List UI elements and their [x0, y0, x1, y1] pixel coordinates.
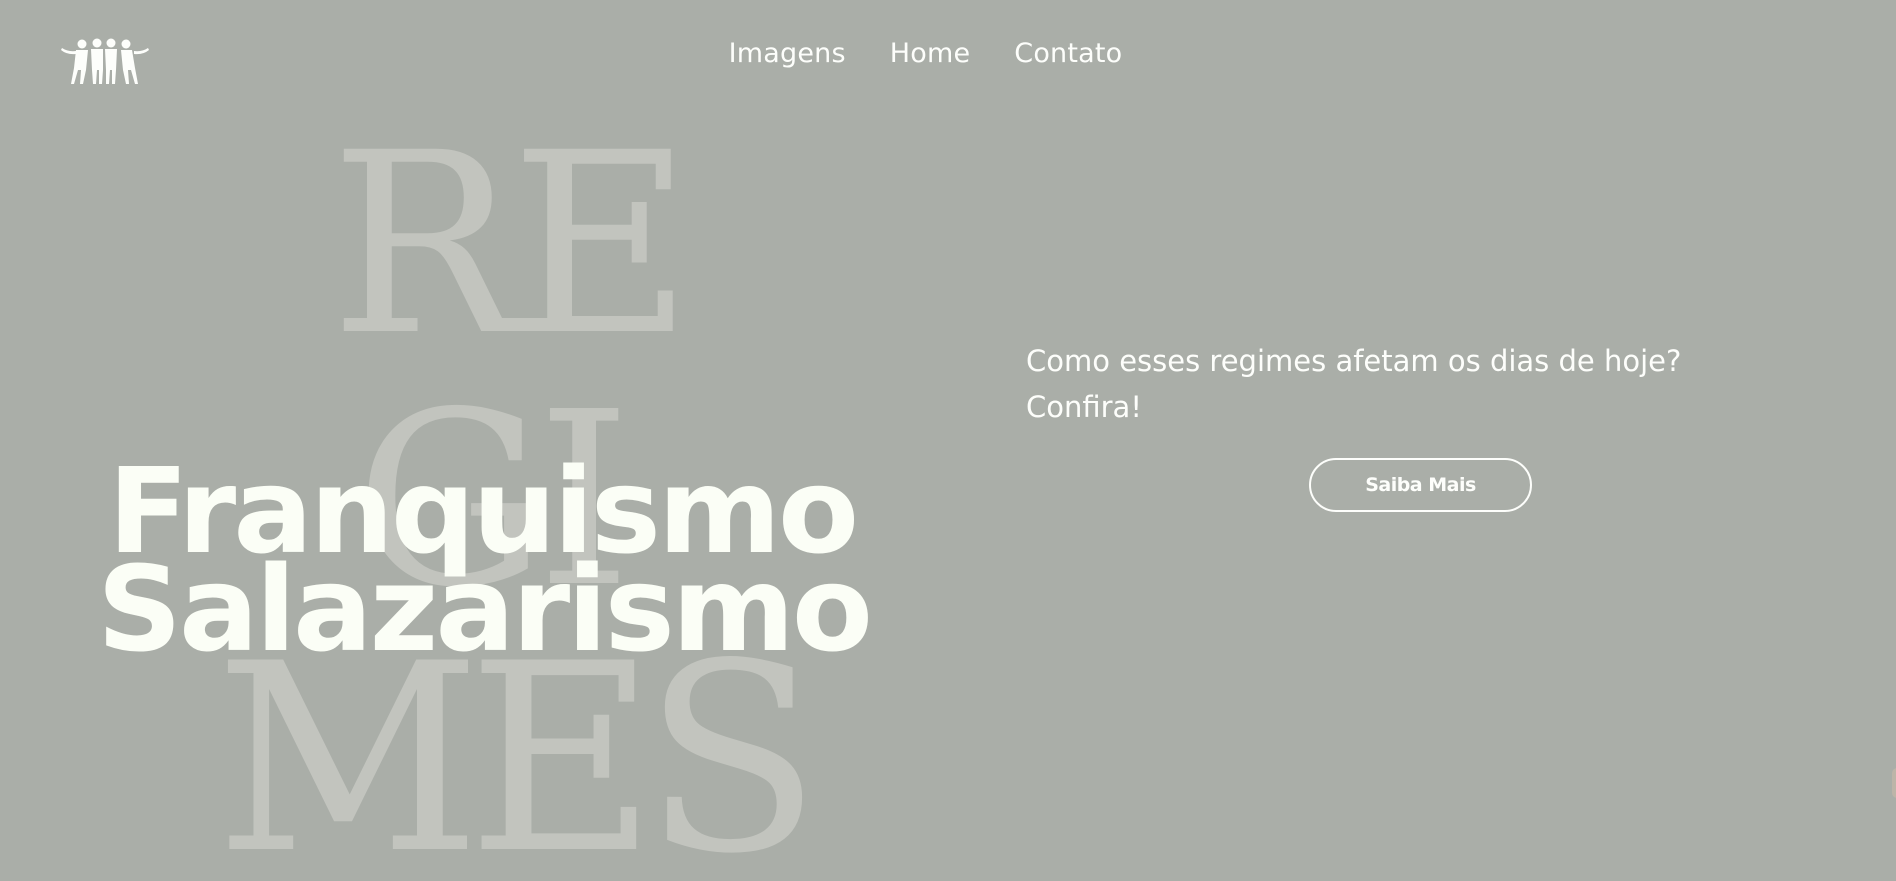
hero-tagline: Como esses regimes afetam os dias de hoj…	[1026, 344, 1682, 424]
nav-link-home[interactable]: Home	[890, 38, 971, 69]
decorative-background-text: RE GI MES	[0, 0, 900, 881]
nav-link-contato[interactable]: Contato	[1014, 38, 1122, 69]
saiba-mais-button[interactable]: Saiba Mais	[1309, 458, 1532, 512]
page: Imagens Home Contato RE GI MES Franquism…	[0, 0, 1896, 881]
main-nav: Imagens Home Contato	[0, 38, 1896, 69]
hero-title: Franquismo Salazarismo	[97, 452, 873, 678]
edge-widget	[1892, 768, 1896, 798]
decorative-text-line: RE	[330, 99, 693, 390]
nav-link-imagens[interactable]: Imagens	[729, 38, 846, 69]
hero-title-line: Salazarismo	[97, 540, 873, 678]
